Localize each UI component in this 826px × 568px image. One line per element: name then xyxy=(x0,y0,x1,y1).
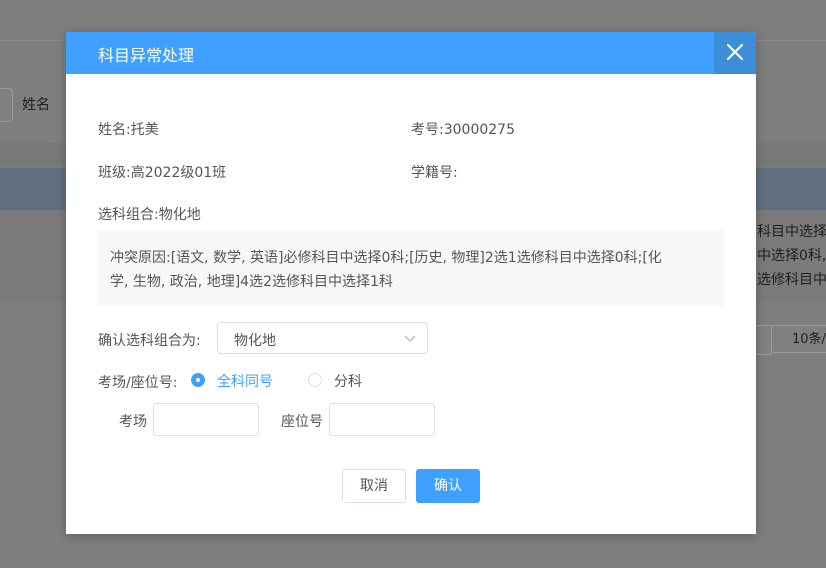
radio-checked-icon xyxy=(191,373,205,387)
exam-number-value: 30000275 xyxy=(443,122,515,138)
conflict-reason-line: 冲突原因:[语文, 数学, 英语]必修科目中选择0科;[历史, 物理]2选1选修… xyxy=(110,250,662,266)
student-name-label: 姓名: xyxy=(98,122,131,138)
close-button[interactable] xyxy=(714,32,756,74)
subject-exception-dialog: 科目异常处理 姓名:托美 考号:30000275 班级:高2022级01班 学籍… xyxy=(66,32,756,534)
seat-number-label: 座位号 xyxy=(281,414,323,430)
subject-combo-field: 选科组合:物化地 xyxy=(98,204,201,224)
student-name-field: 姓名:托美 xyxy=(98,119,159,139)
radio-by-subject-label: 分科 xyxy=(334,374,362,390)
confirm-combo-label: 确认选科组合为: xyxy=(98,333,201,349)
radio-same-number[interactable]: 全科同号 xyxy=(191,371,281,391)
subject-combo-value: 物化地 xyxy=(158,207,201,223)
exam-number-label: 考号: xyxy=(411,122,444,138)
radio-same-number-label: 全科同号 xyxy=(217,374,273,390)
class-field: 班级:高2022级01班 xyxy=(98,162,226,182)
subject-combo-label: 选科组合: xyxy=(98,207,159,223)
confirm-button[interactable]: 确认 xyxy=(416,469,480,503)
seat-number-input[interactable] xyxy=(329,403,435,436)
exam-room-label: 考场 xyxy=(119,414,147,430)
exam-room-input[interactable] xyxy=(153,403,259,436)
background-pager-box xyxy=(757,325,772,355)
radio-unchecked-icon xyxy=(308,373,322,387)
student-id-field: 学籍号: xyxy=(411,162,458,182)
background-text-line: 科目中选择0 xyxy=(757,224,826,240)
cancel-button[interactable]: 取消 xyxy=(342,469,406,503)
class-value: 高2022级01班 xyxy=(130,165,227,181)
background-name-label: 姓名 xyxy=(22,97,50,113)
background-text-line: 中选择0科, xyxy=(757,248,826,264)
chevron-down-icon xyxy=(404,335,416,342)
student-id-label: 学籍号: xyxy=(411,165,458,181)
background-input xyxy=(0,88,13,122)
radio-by-subject[interactable]: 分科 xyxy=(308,371,368,391)
seat-mode-label: 考场/座位号: xyxy=(98,375,178,391)
confirm-combo-select[interactable]: 物化地 xyxy=(217,322,428,354)
class-label: 班级: xyxy=(98,165,131,181)
student-name-value: 托美 xyxy=(130,122,159,138)
confirm-combo-selected-value: 物化地 xyxy=(234,333,276,349)
background-text-line: 选修科目中选 xyxy=(757,272,826,288)
conflict-reason-box: 冲突原因:[语文, 数学, 英语]必修科目中选择0科;[历史, 物理]2选1选修… xyxy=(98,230,724,306)
conflict-reason-line: 学, 生物, 政治, 地理]4选2选修科目中选择1科 xyxy=(110,274,393,290)
background-table-text: 科目中选择0 中选择0科, 选修科目中选 xyxy=(757,220,826,292)
dialog-title: 科目异常处理 xyxy=(98,46,195,65)
exam-number-field: 考号:30000275 xyxy=(411,119,515,139)
close-icon xyxy=(726,43,744,61)
background-page-size: 10条/ xyxy=(771,325,826,353)
dialog-header: 科目异常处理 xyxy=(66,32,756,74)
